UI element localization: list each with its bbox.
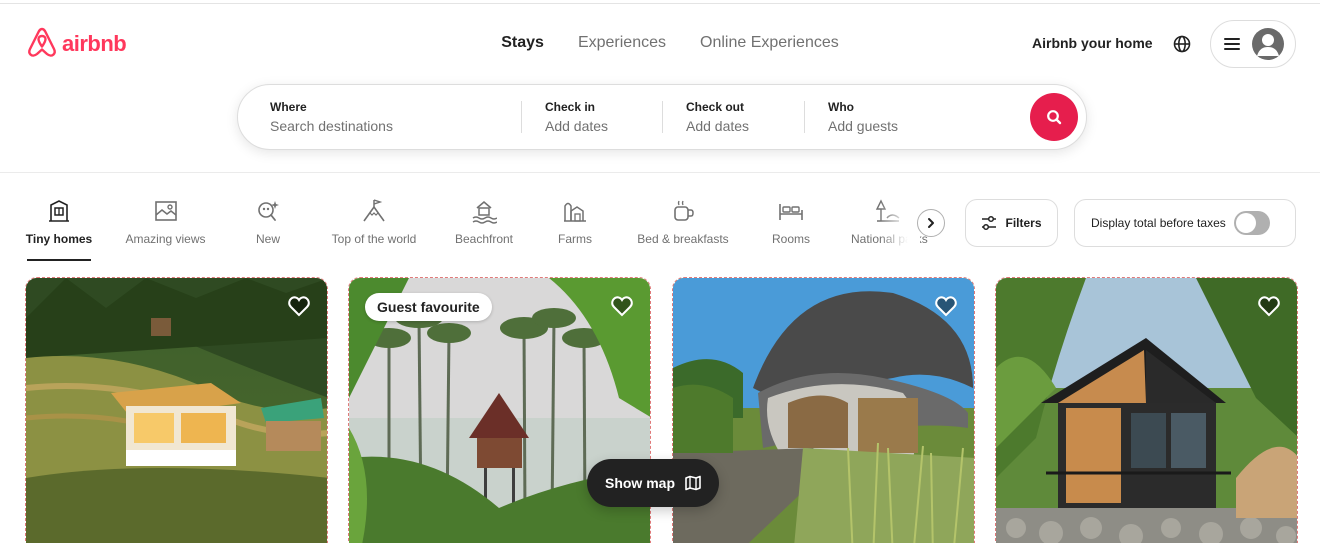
filters-label: Filters [1005,216,1042,230]
header-divider [0,172,1320,173]
user-avatar-icon [1252,28,1284,60]
tab-stays[interactable]: Stays [501,34,544,52]
listing-card[interactable] [672,277,975,543]
favourite-heart-icon[interactable] [934,294,958,318]
who-value: Add guests [828,118,899,134]
check-in-field[interactable]: Check in Add dates [545,85,655,149]
category-next-button[interactable] [917,209,945,237]
category-label: Farms [558,232,592,246]
search-bar: Where Check in Add dates Check out Add d… [237,84,1087,150]
farm-icon [564,202,586,222]
who-label: Who [828,100,854,114]
category-beachfront[interactable]: Beachfront [452,198,516,246]
beach-icon [472,200,497,224]
favourite-heart-icon[interactable] [287,294,311,318]
category-top-of-the-world[interactable]: Top of the world [328,198,420,246]
favourite-heart-icon[interactable] [1257,294,1281,318]
globe-icon[interactable] [1172,34,1192,54]
listing-card[interactable] [25,277,328,543]
category-label: Beachfront [454,232,514,246]
tab-experiences[interactable]: Experiences [578,34,666,52]
bed-icon [779,204,803,220]
sliders-icon [982,215,997,231]
airbnb-your-home-link[interactable]: Airbnb your home [1032,35,1153,51]
a-frame-cabin-photo [996,278,1297,543]
where-input[interactable] [270,118,490,134]
hillside-tiny-house-photo [26,278,327,543]
check-out-field[interactable]: Check out Add dates [686,85,796,149]
logo-wordmark: airbnb [62,31,127,56]
favourite-heart-icon[interactable] [610,294,634,318]
category-label: Bed & breakfasts [637,232,729,246]
chevron-right-icon [928,218,934,228]
search-divider [662,101,663,133]
display-total-toggle[interactable] [1233,211,1270,235]
category-rooms[interactable]: Rooms [771,198,811,246]
active-category-underline [27,259,91,261]
category-label: Rooms [771,232,810,246]
category-label: Tiny homes [25,232,93,246]
hamburger-icon [1224,38,1240,50]
airbnb-logo[interactable]: airbnb [26,26,127,62]
guest-favourite-badge: Guest favourite [365,293,492,321]
check-out-value: Add dates [686,118,750,134]
coffee-cup-icon [674,200,694,221]
search-button[interactable] [1030,93,1078,141]
category-new[interactable]: New [248,198,288,246]
tab-online-experiences[interactable]: Online Experiences [700,34,839,52]
dome-hut-photo [673,278,974,543]
category-label: Top of the world [331,232,417,246]
show-map-label: Show map [604,475,675,491]
check-in-value: Add dates [545,118,609,134]
airbnb-belo-icon [28,27,56,57]
where-label: Where [270,100,307,114]
search-divider [804,101,805,133]
filters-button[interactable]: Filters [965,199,1058,247]
listing-card[interactable] [995,277,1298,543]
tiny-home-icon [49,200,69,222]
category-scroll-fade [880,196,920,256]
amazing-views-icon [154,201,177,221]
category-farms[interactable]: Farms [557,198,593,246]
where-field[interactable]: Where [270,85,510,149]
check-in-label: Check in [545,100,596,114]
user-menu-button[interactable] [1210,20,1296,68]
category-bed-and-breakfasts[interactable]: Bed & breakfasts [635,198,731,246]
map-icon [685,475,701,491]
category-label: Amazing views [125,232,206,246]
mountain-flag-icon [363,199,385,222]
check-out-label: Check out [686,100,745,114]
category-amazing-views[interactable]: Amazing views [123,198,208,246]
display-total-label: Display total before taxes [1091,216,1226,230]
magnifier-icon [1047,110,1062,125]
show-map-button[interactable]: Show map [587,459,719,507]
category-tiny-homes[interactable]: Tiny homes [25,198,93,246]
top-border [0,0,1320,4]
new-icon [258,201,279,221]
search-divider [521,101,522,133]
display-total-toggle-box: Display total before taxes [1074,199,1296,247]
toggle-knob [1235,213,1256,233]
category-label: New [255,232,280,246]
who-field[interactable]: Who Add guests [828,85,1008,149]
